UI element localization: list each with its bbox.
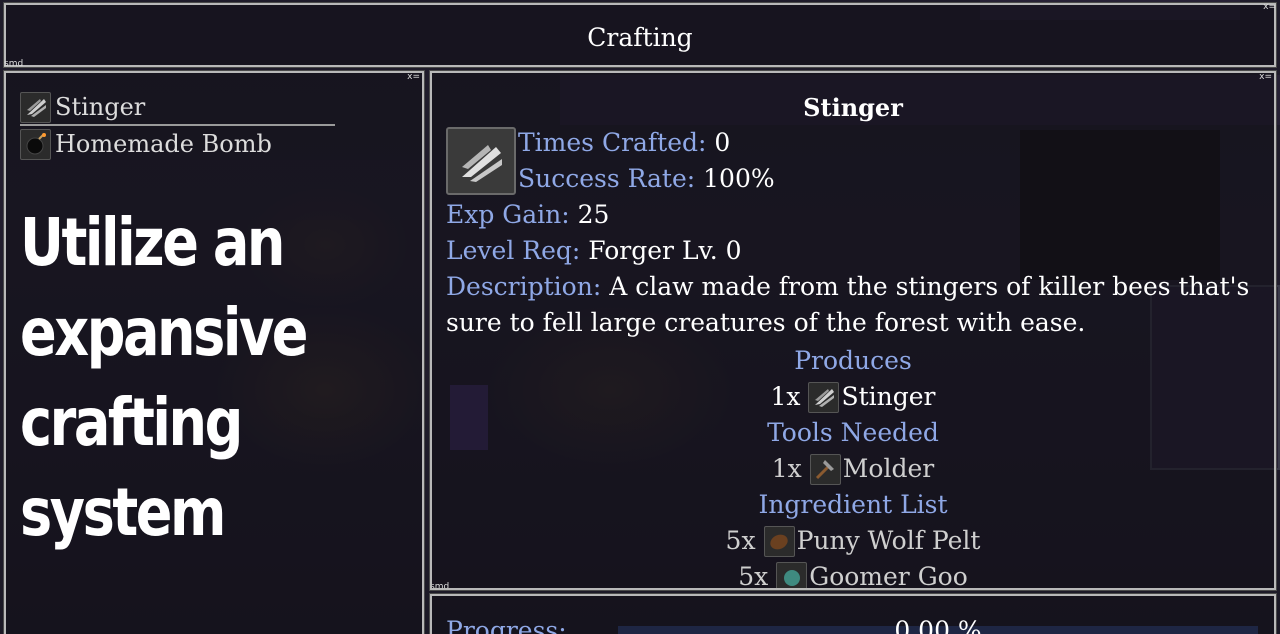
stat-label: Description:: [446, 272, 602, 301]
promo-line: crafting: [20, 384, 243, 461]
promo-line: expansive: [20, 294, 308, 371]
window-title: Crafting: [587, 23, 693, 52]
promo-line: Utilize an: [20, 204, 285, 281]
progress-bar: 0.00 %: [618, 616, 1258, 634]
success-rate-row: Success Rate: 100%: [446, 161, 1166, 197]
item-qty: 1x: [771, 454, 802, 483]
stat-label: Level Req:: [446, 236, 581, 265]
recipe-list: Stinger Homemade Bomb: [20, 90, 335, 162]
produces-heading: Produces: [794, 346, 912, 375]
promo-caption: Utilize an expansive crafting system: [20, 198, 348, 558]
close-button[interactable]: x=: [407, 73, 420, 82]
level-req-row: Level Req: Forger Lv. 0: [446, 233, 1166, 269]
item-name: Molder: [842, 454, 935, 483]
stat-label: Times Crafted:: [518, 128, 707, 157]
exp-gain-row: Exp Gain: 25: [446, 197, 1166, 233]
panel-tag: smd: [430, 582, 450, 590]
recipe-item-stinger[interactable]: Stinger: [20, 90, 335, 126]
description-text: A claw made from the stingers of killer …: [609, 272, 1250, 301]
item-name: Puny Wolf Pelt: [796, 526, 981, 555]
bomb-icon: [20, 128, 51, 160]
stat-label: Exp Gain:: [446, 200, 570, 229]
stat-label: Success Rate:: [518, 164, 696, 193]
produces-item: 1x Stinger: [432, 379, 1274, 415]
claw-icon: [446, 127, 516, 195]
recipe-item-label: Stinger: [55, 93, 146, 121]
item-qty: 1x: [770, 382, 801, 411]
hammer-icon: [809, 453, 841, 485]
description-text: sure to fell large creatures of the fore…: [446, 308, 1086, 337]
tool-item: 1x Molder: [432, 451, 1274, 487]
recipe-stats: Times Crafted: 0 Success Rate: 100% Exp …: [446, 125, 1249, 341]
ingredient-item: 5x Goomer Goo: [432, 559, 1274, 590]
times-crafted-row: Times Crafted: 0: [446, 125, 1166, 161]
recipe-item-label: Homemade Bomb: [55, 130, 272, 158]
recipe-requirements: Produces 1x Stinger Tools Needed 1x Mold…: [432, 343, 1274, 590]
stat-value: Forger Lv. 0: [588, 236, 742, 265]
tools-heading: Tools Needed: [767, 418, 939, 447]
promo-line: system: [20, 474, 226, 551]
recipe-item-homemade-bomb[interactable]: Homemade Bomb: [20, 126, 335, 162]
progress-value: 0.00 %: [894, 616, 982, 634]
pelt-icon: [763, 525, 795, 557]
recipe-list-panel: x= Stinger Homemade Bomb Utilize an expa…: [3, 70, 425, 634]
stat-value: 100%: [703, 164, 775, 193]
claw-icon: [808, 381, 840, 413]
progress-panel: Progress: 0.00 %: [429, 593, 1277, 634]
item-qty: 5x: [738, 562, 769, 590]
close-button[interactable]: x=: [1263, 3, 1276, 12]
stat-value: 25: [577, 200, 610, 229]
item-name: Stinger: [841, 382, 936, 411]
progress-label: Progress:: [446, 616, 567, 634]
panel-tag: smd: [4, 59, 24, 69]
goo-icon: [776, 561, 808, 588]
scrollbar[interactable]: [1272, 73, 1274, 588]
claw-icon: [20, 91, 51, 123]
stat-value: 0: [714, 128, 731, 157]
crafting-title-bar: Crafting smd x=: [3, 2, 1277, 69]
item-name: Goomer Goo: [809, 562, 968, 590]
close-button[interactable]: x=: [1259, 73, 1272, 82]
description-row: Description: A claw made from the stinge…: [446, 269, 1249, 305]
recipe-title: Stinger: [803, 93, 903, 122]
recipe-detail-panel: x= Stinger Times Crafted: 0 Success Rate…: [429, 70, 1277, 591]
ingredient-item: 5x Puny Wolf Pelt: [432, 523, 1274, 559]
item-qty: 5x: [725, 526, 756, 555]
ingredients-heading: Ingredient List: [758, 490, 948, 519]
